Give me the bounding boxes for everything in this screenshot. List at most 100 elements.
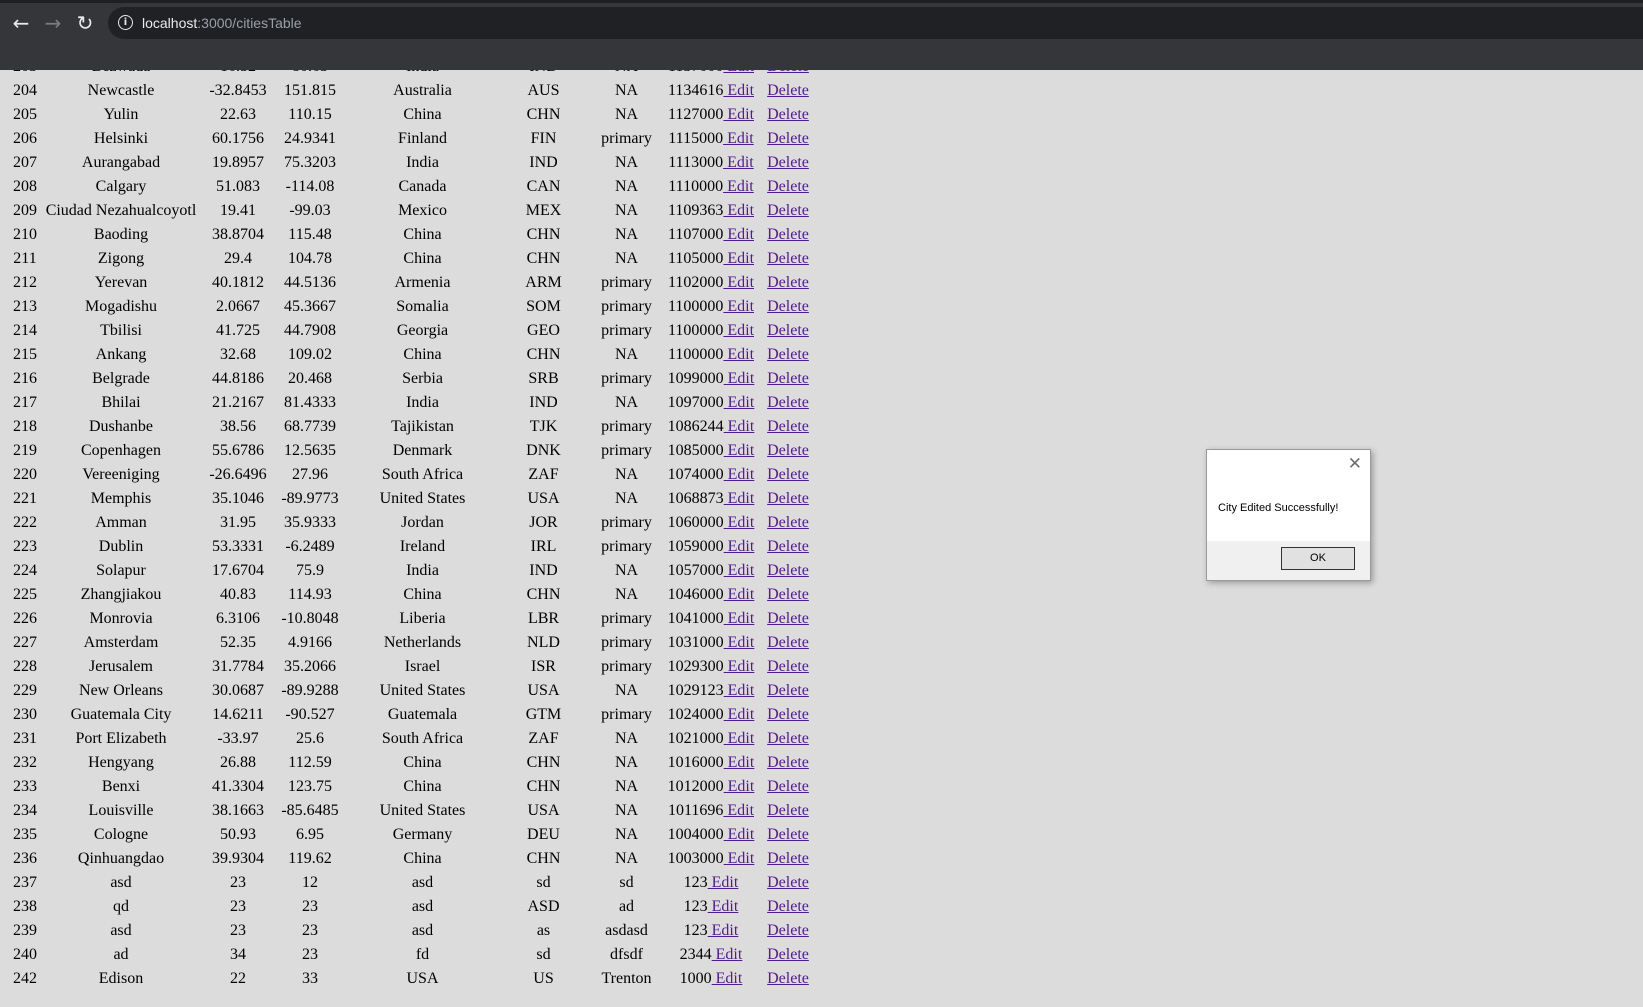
delete-link[interactable]: Delete [767, 634, 809, 651]
delete-link[interactable]: Delete [767, 70, 809, 75]
delete-link[interactable]: Delete [767, 178, 809, 195]
edit-link[interactable]: Edit [708, 898, 739, 915]
edit-link[interactable]: Edit [724, 826, 755, 843]
delete-link[interactable]: Delete [767, 610, 809, 627]
edit-link[interactable]: Edit [724, 610, 755, 627]
delete-link[interactable]: Delete [767, 394, 809, 411]
delete-link[interactable]: Delete [767, 682, 809, 699]
edit-link[interactable]: Edit [723, 802, 754, 819]
longitude-cell: 33 [302, 970, 318, 987]
edit-link[interactable]: Edit [723, 154, 754, 171]
delete-link[interactable]: Delete [767, 490, 809, 507]
delete-link[interactable]: Delete [767, 538, 809, 555]
delete-link[interactable]: Delete [767, 778, 809, 795]
delete-link[interactable]: Delete [767, 250, 809, 267]
edit-link[interactable]: Edit [724, 778, 755, 795]
delete-link[interactable]: Delete [767, 970, 809, 987]
population-value: 1100000 [667, 346, 724, 363]
delete-cell: Delete [757, 919, 819, 943]
delete-link[interactable]: Delete [767, 850, 809, 867]
delete-link[interactable]: Delete [767, 658, 809, 675]
forward-arrow-icon[interactable]: → [39, 9, 67, 37]
edit-link[interactable]: Edit [724, 706, 755, 723]
edit-link[interactable]: Edit [708, 874, 739, 891]
edit-link[interactable]: Edit [724, 682, 755, 699]
delete-link[interactable]: Delete [767, 106, 809, 123]
edit-link[interactable]: Edit [724, 370, 755, 387]
edit-link[interactable]: Edit [724, 586, 755, 603]
delete-link[interactable]: Delete [767, 298, 809, 315]
population-cell: 1127000 Edit [665, 103, 757, 127]
delete-link[interactable]: Delete [767, 226, 809, 243]
table-row: 209 Ciudad Nezahualcoyotl 19.41 -99.03 Mexic… [10, 199, 819, 223]
edit-link[interactable]: Edit [723, 202, 754, 219]
edit-link[interactable]: Edit [723, 106, 754, 123]
capital-type-cell: ad [618, 898, 635, 915]
edit-link[interactable]: Edit [724, 466, 755, 483]
edit-link[interactable]: Edit [723, 346, 754, 363]
delete-link[interactable]: Delete [767, 370, 809, 387]
edit-link[interactable]: Edit [723, 298, 754, 315]
reload-icon[interactable]: ↻ [71, 9, 99, 37]
edit-link[interactable]: Edit [724, 538, 755, 555]
capital-type-cell: primary [601, 418, 652, 435]
delete-link[interactable]: Delete [767, 442, 809, 459]
edit-link[interactable]: Edit [724, 442, 755, 459]
delete-link[interactable]: Delete [767, 946, 809, 963]
delete-link[interactable]: Delete [767, 586, 809, 603]
info-icon[interactable]: i [118, 15, 133, 30]
edit-link[interactable]: Edit [712, 970, 743, 987]
delete-link[interactable]: Delete [767, 322, 809, 339]
edit-link[interactable]: Edit [724, 490, 755, 507]
delete-link[interactable]: Delete [767, 346, 809, 363]
edit-link[interactable]: Edit [723, 130, 754, 147]
edit-link[interactable]: Edit [724, 658, 755, 675]
row-id-cell: 215 [13, 346, 37, 363]
edit-link[interactable]: Edit [724, 850, 755, 867]
edit-link[interactable]: Edit [724, 634, 755, 651]
delete-link[interactable]: Delete [767, 514, 809, 531]
country-cell: China [403, 250, 442, 267]
delete-link[interactable]: Delete [767, 562, 809, 579]
iso3-code-cell: IRL [530, 538, 557, 555]
address-bar[interactable]: i localhost:3000/citiesTable [108, 7, 1643, 39]
edit-link[interactable]: Edit [723, 70, 754, 75]
edit-link[interactable]: Edit [724, 562, 755, 579]
delete-link[interactable]: Delete [767, 898, 809, 915]
back-arrow-icon[interactable]: ← [7, 9, 35, 37]
delete-link[interactable]: Delete [767, 874, 809, 891]
edit-link[interactable]: Edit [724, 418, 755, 435]
edit-link[interactable]: Edit [724, 394, 755, 411]
edit-link[interactable]: Edit [724, 754, 755, 771]
edit-link[interactable]: Edit [724, 514, 755, 531]
delete-link[interactable]: Delete [767, 922, 809, 939]
edit-link[interactable]: Edit [723, 322, 754, 339]
delete-link[interactable]: Delete [767, 802, 809, 819]
delete-link[interactable]: Delete [767, 706, 809, 723]
delete-link[interactable]: Delete [767, 82, 809, 99]
edit-link[interactable]: Edit [723, 82, 754, 99]
delete-link[interactable]: Delete [767, 730, 809, 747]
url-text[interactable]: localhost:3000/citiesTable [142, 14, 302, 32]
delete-link[interactable]: Delete [767, 130, 809, 147]
edit-link[interactable]: Edit [723, 250, 754, 267]
edit-link[interactable]: Edit [723, 274, 754, 291]
edit-link[interactable]: Edit [723, 178, 754, 195]
edit-link[interactable]: Edit [712, 946, 743, 963]
close-icon[interactable]: ✕ [1348, 454, 1362, 474]
population-cell: 1059000 Edit [665, 535, 757, 559]
delete-link[interactable]: Delete [767, 754, 809, 771]
edit-link[interactable]: Edit [708, 922, 739, 939]
table-row: 231 Port Elizabeth -33.97 25.6 South Africa Z… [10, 727, 819, 751]
longitude-cell: -90.527 [285, 706, 335, 723]
delete-link[interactable]: Delete [767, 418, 809, 435]
delete-cell: Delete [757, 727, 819, 751]
ok-button[interactable]: OK [1281, 547, 1355, 570]
edit-link[interactable]: Edit [723, 226, 754, 243]
delete-link[interactable]: Delete [767, 202, 809, 219]
delete-link[interactable]: Delete [767, 154, 809, 171]
delete-link[interactable]: Delete [767, 826, 809, 843]
delete-link[interactable]: Delete [767, 466, 809, 483]
edit-link[interactable]: Edit [724, 730, 755, 747]
delete-link[interactable]: Delete [767, 274, 809, 291]
